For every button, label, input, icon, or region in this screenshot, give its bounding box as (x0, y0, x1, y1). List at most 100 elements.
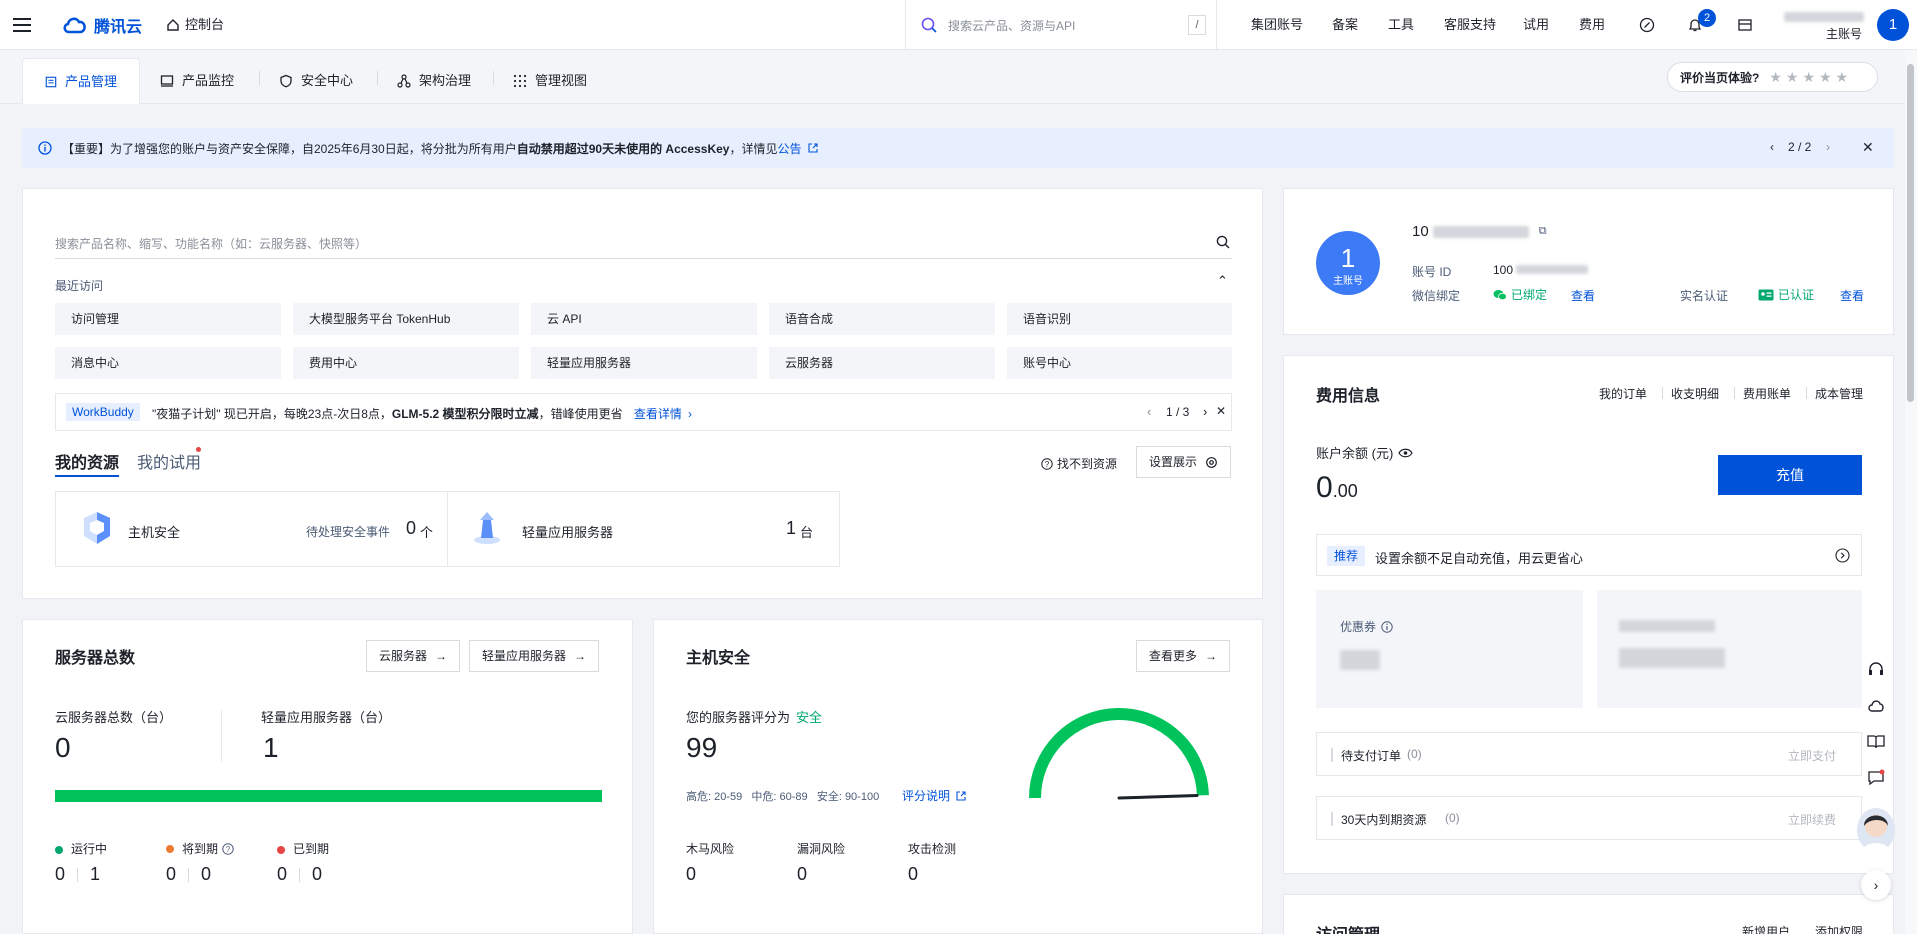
expiring-label: 30天内到期资源 (1341, 813, 1427, 827)
product-icon (45, 76, 57, 87)
copy-icon[interactable]: ⧉ (1539, 225, 1547, 238)
cvm-button[interactable]: 云服务器 → (366, 640, 461, 672)
cloud-icon[interactable] (1860, 690, 1892, 722)
not-found-link[interactable]: ? 找不到资源 (1041, 455, 1117, 472)
book-icon[interactable] (1860, 726, 1892, 758)
rating-stars[interactable]: ★★★★★ (1769, 69, 1852, 86)
tab-my-trials[interactable]: 我的试用 (137, 449, 201, 473)
notice-close-icon[interactable]: ✕ (1862, 139, 1874, 156)
billing-link-cost[interactable]: 成本管理 (1815, 385, 1863, 402)
recent-item[interactable]: 访问管理 (55, 303, 281, 335)
svg-text:?: ? (1045, 460, 1050, 469)
recent-item[interactable]: 费用中心 (293, 347, 519, 379)
expiring-resources-row[interactable]: 30天内到期资源 (0) 立即续费 (1316, 796, 1862, 840)
billing-link-details[interactable]: 收支明细 (1671, 385, 1719, 402)
global-search[interactable]: 搜索云产品、资源与API / (905, 0, 1217, 50)
promo-next-icon[interactable]: › (1203, 404, 1207, 419)
access-link-add-user[interactable]: 新增用户 (1742, 923, 1790, 934)
brand-logo[interactable]: 腾讯云 (62, 14, 142, 36)
nav-group-account[interactable]: 集团账号 (1251, 0, 1303, 50)
view-more-button[interactable]: 查看更多 → (1136, 640, 1231, 672)
help-circle-icon[interactable]: ? (222, 842, 234, 855)
wechat-view-link[interactable]: 查看 (1571, 287, 1595, 304)
assistant-avatar[interactable] (1857, 808, 1895, 852)
resource-unit: 个 (420, 525, 434, 540)
risk-vuln-label: 漏洞风险 (797, 842, 846, 856)
recharge-button[interactable]: 充值 (1718, 455, 1862, 495)
resource-card-lighthouse[interactable]: 轻量应用服务器 1 台 (447, 491, 840, 567)
access-link-add-policy[interactable]: 添加权限 (1815, 923, 1863, 934)
promo-text-a: "夜猫子计划" 现已开启，每晚23点-次日8点， (152, 407, 392, 421)
tab-architecture[interactable]: 架构治理 (397, 58, 471, 104)
display-settings-button[interactable]: 设置展示 (1136, 446, 1232, 478)
score-level: 安全 (796, 710, 823, 725)
billing-link-bills[interactable]: 费用账单 (1743, 385, 1791, 402)
expand-sidebar-button[interactable]: › (1861, 870, 1891, 900)
nav-trial[interactable]: 试用 (1523, 0, 1549, 50)
recent-item[interactable]: 消息中心 (55, 347, 281, 379)
product-search-input[interactable]: 搜索产品名称、缩写、功能名称（如：云服务器、快照等） (55, 235, 367, 252)
pay-now-link[interactable]: 立即支付 (1788, 747, 1836, 764)
global-search-input[interactable]: 搜索云产品、资源与API (948, 17, 1075, 34)
notice-link[interactable]: 公告 (777, 142, 801, 156)
resource-card-host-security[interactable]: 主机安全 待处理安全事件 0 个 (55, 491, 448, 567)
search-icon[interactable] (1216, 235, 1230, 249)
arrow-right-icon: → (1205, 649, 1218, 663)
tab-product-management[interactable]: 产品管理 (22, 58, 140, 104)
billing-link-orders[interactable]: 我的订单 (1599, 385, 1647, 402)
tab-management-view[interactable]: 管理视图 (513, 58, 587, 104)
tab-product-monitoring[interactable]: 产品监控 (160, 58, 234, 104)
eye-icon[interactable] (1398, 448, 1413, 458)
scrollbar-thumb[interactable] (1907, 64, 1914, 402)
voucher-box[interactable] (1597, 590, 1862, 708)
trial-badge-dot (196, 447, 201, 452)
feedback-icon[interactable] (1860, 762, 1892, 794)
tab-label: 管理视图 (535, 73, 588, 88)
recent-item[interactable]: 账号中心 (1007, 347, 1232, 379)
promo-prev-icon[interactable]: ‹ (1147, 404, 1151, 419)
notice-next-icon[interactable]: › (1826, 140, 1830, 154)
notice-prev-icon[interactable]: ‹ (1770, 140, 1774, 154)
rating-widget: 评价当页体验? ★★★★★ (1667, 62, 1878, 92)
recent-item[interactable]: 云 API (531, 303, 757, 335)
recent-item[interactable]: 大模型服务平台 TokenHub (293, 303, 519, 335)
not-found-label: 找不到资源 (1057, 457, 1118, 471)
renew-now-link[interactable]: 立即续费 (1788, 811, 1836, 828)
tab-my-resources[interactable]: 我的资源 (55, 449, 119, 473)
auto-recharge-tip[interactable]: 推荐 设置余额不足自动充值，用云更省心 (1316, 534, 1862, 576)
billing-title: 费用信息 (1316, 388, 1381, 405)
tab-divider (377, 71, 378, 85)
customer-service-icon[interactable] (1860, 654, 1892, 686)
recommend-tag: 推荐 (1327, 546, 1366, 566)
promo-text-bold: GLM-5.2 模型积分限时立减 (391, 407, 539, 421)
menu-icon[interactable] (12, 15, 32, 35)
wallet-icon[interactable] (1736, 16, 1754, 34)
recent-item[interactable]: 语音识别 (1007, 303, 1232, 335)
nav-billing[interactable]: 费用 (1579, 0, 1605, 50)
coupon-value-masked (1340, 650, 1380, 670)
promo-link[interactable]: 查看详情 (634, 407, 682, 421)
pending-orders-row[interactable]: 待支付订单 (0) 立即支付 (1316, 732, 1862, 776)
tab-security-center[interactable]: 安全中心 (279, 58, 353, 104)
link-icon[interactable] (1638, 16, 1656, 34)
coupon-box[interactable]: 优惠券 (1316, 590, 1583, 708)
nav-support[interactable]: 客服支持 (1444, 0, 1496, 50)
recent-item[interactable]: 语音合成 (769, 303, 995, 335)
recent-item[interactable]: 轻量应用服务器 (531, 347, 757, 379)
nav-tools[interactable]: 工具 (1388, 0, 1414, 50)
lighthouse-button[interactable]: 轻量应用服务器 → (469, 640, 600, 672)
realname-view-link[interactable]: 查看 (1840, 287, 1864, 304)
user-avatar[interactable]: 1 (1877, 9, 1909, 41)
score-line: 您的服务器评分为 安全 (686, 707, 822, 726)
collapse-icon[interactable]: ⌃ (1217, 273, 1228, 289)
promo-close-icon[interactable]: ✕ (1216, 404, 1226, 418)
tab-label: 产品管理 (64, 73, 117, 89)
score-explain-link[interactable]: 评分说明 (902, 787, 966, 804)
balance-label: 账户余额 (元) (1316, 443, 1413, 462)
product-search[interactable]: 搜索产品名称、缩写、功能名称（如：云服务器、快照等） (55, 223, 1232, 259)
expiring-values: 00 (166, 864, 211, 885)
nav-filing[interactable]: 备案 (1332, 0, 1358, 50)
recent-item[interactable]: 云服务器 (769, 347, 995, 379)
console-link[interactable]: 控制台 (166, 0, 224, 50)
top-bar: 腾讯云 控制台 搜索云产品、资源与API / 集团账号 备案 工具 客服支持 试… (0, 0, 1917, 50)
